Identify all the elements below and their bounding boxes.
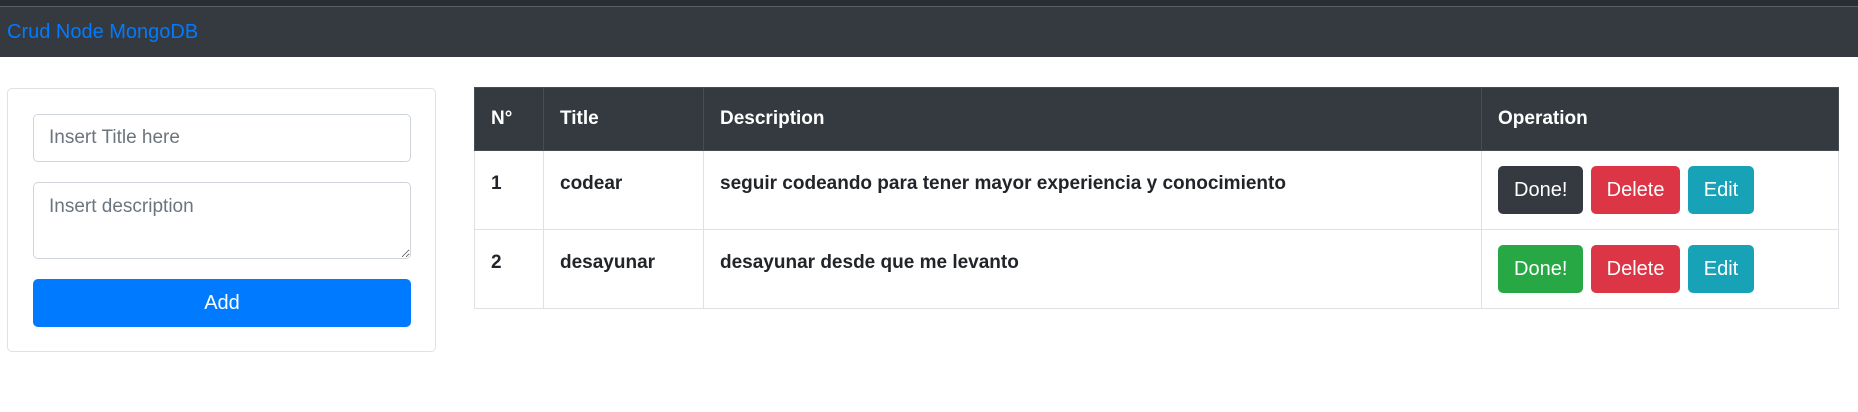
row-title: codear [543, 150, 704, 230]
tasks-table: N° Title Description Operation 1 codear … [474, 87, 1839, 309]
window-top-border [0, 0, 1858, 7]
header-description: Description [703, 87, 1482, 151]
header-operation: Operation [1481, 87, 1839, 151]
table-body: 1 codear seguir codeando para tener mayo… [474, 150, 1839, 309]
done-button[interactable]: Done! [1498, 166, 1584, 214]
task-form-card: Add [7, 88, 436, 352]
row-description: seguir codeando para tener mayor experie… [703, 150, 1482, 230]
navbar: Crud Node MongoDB [0, 7, 1858, 57]
row-description: desayunar desde que me levanto [703, 229, 1482, 309]
table-row: 2 desayunar desayunar desde que me levan… [474, 229, 1839, 309]
delete-button[interactable]: Delete [1590, 245, 1681, 293]
edit-button[interactable]: Edit [1687, 166, 1755, 214]
navbar-brand[interactable]: Crud Node MongoDB [7, 21, 198, 44]
row-title: desayunar [543, 229, 704, 309]
add-button[interactable]: Add [33, 279, 411, 327]
done-button[interactable]: Done! [1498, 245, 1584, 293]
row-number: 2 [474, 229, 544, 309]
description-input[interactable] [33, 182, 411, 259]
row-operations: Done! Delete Edit [1481, 229, 1839, 309]
edit-button[interactable]: Edit [1687, 245, 1755, 293]
table-row: 1 codear seguir codeando para tener mayo… [474, 150, 1839, 230]
row-operations: Done! Delete Edit [1481, 150, 1839, 230]
header-number: N° [474, 87, 544, 151]
header-title: Title [543, 87, 704, 151]
header-row: N° Title Description Operation [474, 87, 1839, 151]
table-header: N° Title Description Operation [474, 87, 1839, 151]
title-input[interactable] [33, 114, 411, 162]
delete-button[interactable]: Delete [1590, 166, 1681, 214]
row-number: 1 [474, 150, 544, 230]
